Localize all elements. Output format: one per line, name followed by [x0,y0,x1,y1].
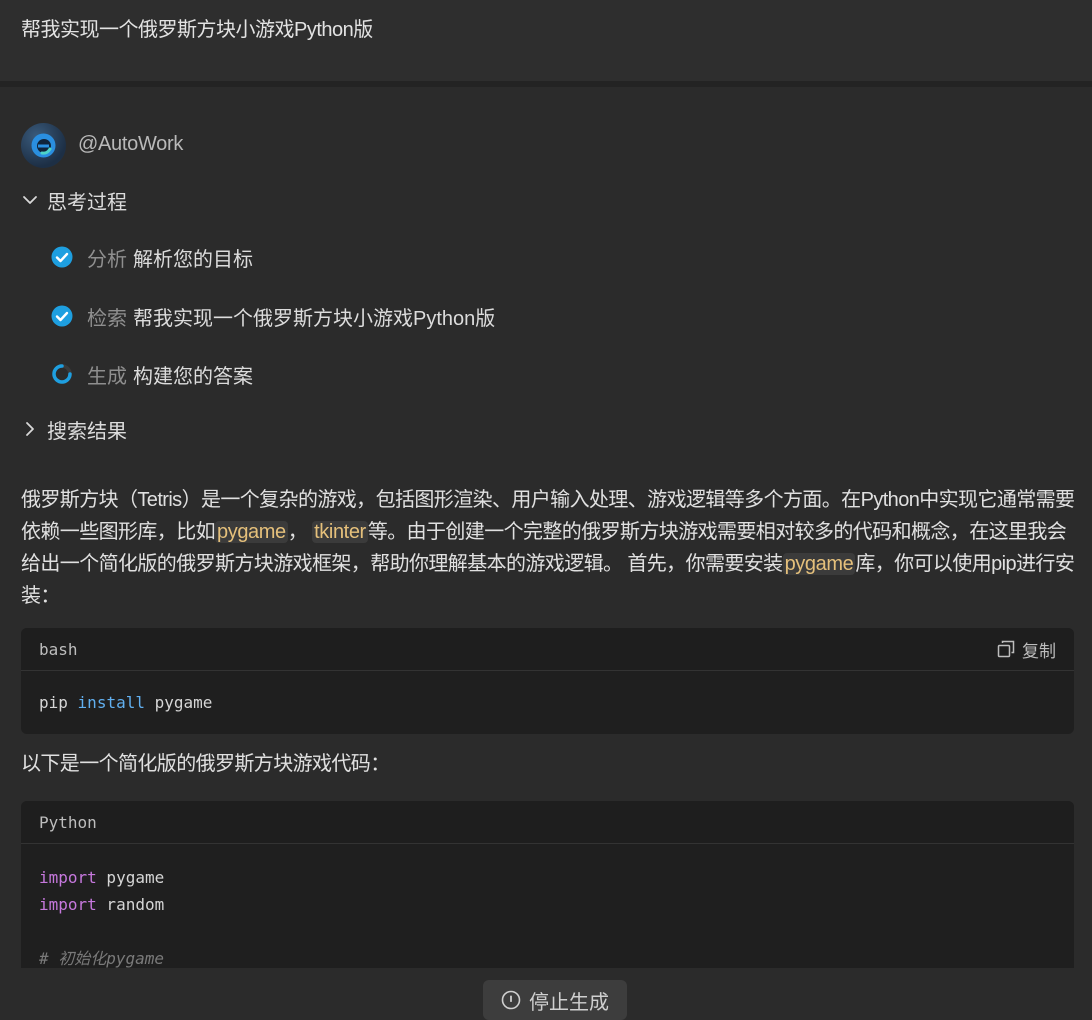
code-keyword: import [39,868,97,887]
code-block-body: import pygame import random # 初始化pygame [21,844,1074,968]
edge-like-logo-icon [31,133,56,158]
answer-text-2: 以下是一个简化版的俄罗斯方块游戏代码： [21,753,390,775]
copy-label: 复制 [1022,641,1056,661]
copy-icon [997,640,1015,658]
inline-code-pygame: pygame [782,553,856,575]
agent-name: @AutoWork [78,133,184,155]
spinner-icon [52,364,72,384]
search-results-label: 搜索结果 [47,420,127,443]
answer-text: ， [287,521,308,543]
code-block-body: pip install pygame [21,671,1074,734]
code-token: install [77,693,145,712]
user-message: 帮我实现一个俄罗斯方块小游戏Python版 [21,19,373,41]
code-block-header: bash 复制 [21,628,1074,671]
answer-paragraph: 俄罗斯方块（Tetris）是一个复杂的游戏，包括图形渲染、用户输入处理、游戏逻辑… [21,484,1076,612]
code-comment: # 初始化pygame [39,949,165,968]
code-token: pygame [154,693,213,712]
chevron-down-icon [23,196,37,204]
inline-code-pygame: pygame [215,521,288,543]
code-block-header: Python [21,801,1074,844]
stop-circle-icon [501,990,521,1010]
code-block-python: Python import pygame import random # 初始化… [21,801,1074,968]
chevron-right-icon [26,422,34,436]
assistant-response: @AutoWork 思考过程 分析 解析您的目标 检索 帮我实现一个俄罗斯方块小… [0,93,1092,968]
code-lang-label: Python [39,812,97,832]
step-kind: 生成 [87,365,127,388]
code-block-bash: bash 复制 pip install pygame [21,628,1074,734]
code-keyword: import [39,895,97,914]
step-kind: 检索 [87,307,127,330]
code-token: random [96,895,165,914]
code-lang-label: bash [39,639,78,659]
agent-avatar [21,123,66,168]
thinking-step-analyze: 分析 解析您的目标 [51,243,253,271]
step-kind: 分析 [87,248,127,271]
step-desc: 构建您的答案 [133,365,253,388]
code-token: pip [39,693,68,712]
check-circle-icon [51,246,73,268]
thinking-step-generate: 生成 构建您的答案 [51,360,253,388]
user-message-bar: 帮我实现一个俄罗斯方块小游戏Python版 [0,0,1092,87]
copy-button[interactable]: 复制 [996,637,1056,662]
thinking-step-search: 检索 帮我实现一个俄罗斯方块小游戏Python版 [51,302,495,330]
inline-code-tkinter: tkinter [312,521,368,543]
step-desc: 解析您的目标 [133,248,253,271]
check-circle-icon [51,305,73,327]
thinking-toggle[interactable]: 思考过程 [21,186,127,214]
bottom-bar: 停止生成 [0,968,1092,1020]
thinking-label: 思考过程 [47,191,127,214]
step-desc: 帮我实现一个俄罗斯方块小游戏Python版 [133,307,496,330]
search-results-toggle[interactable]: 搜索结果 [21,415,127,443]
stop-generating-label: 停止生成 [529,991,609,1014]
stop-generating-button[interactable]: 停止生成 [483,980,627,1020]
code-token: pygame [96,868,165,887]
